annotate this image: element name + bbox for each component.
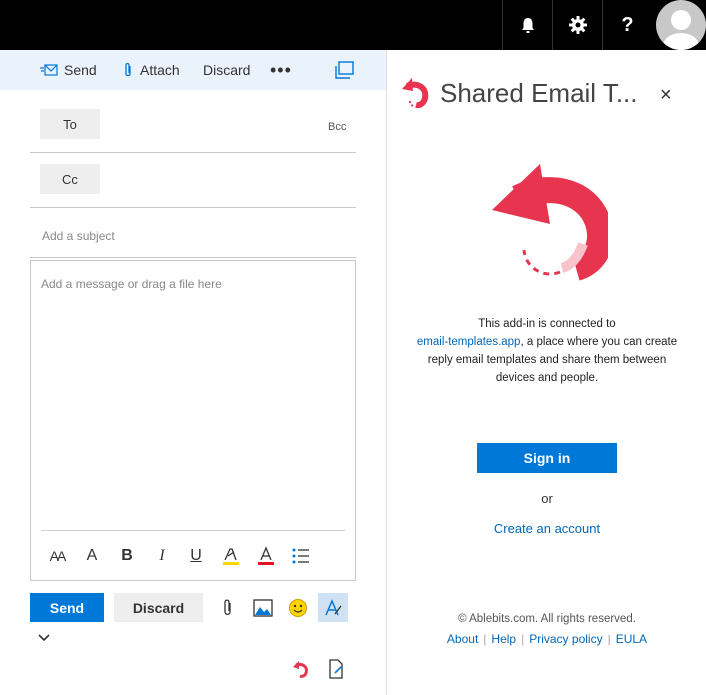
paperclip-icon xyxy=(224,599,231,615)
addin-hero-logo xyxy=(488,158,613,293)
emoji-button[interactable] xyxy=(286,596,310,620)
command-bar: Send Attach Discard ••• xyxy=(0,50,386,90)
divider xyxy=(30,152,356,153)
copyright-text: © Ablebits.com. All rights reserved. xyxy=(458,613,636,625)
settings-button[interactable] xyxy=(552,0,602,50)
highlight-icon xyxy=(223,548,239,565)
format-divider xyxy=(41,530,345,531)
toolbar-attach-label: Attach xyxy=(140,62,180,78)
more-icon: ••• xyxy=(270,59,292,80)
compose-pane: Send Attach Discard ••• To Bcc Cc Add a … xyxy=(0,50,387,695)
paperclip-icon xyxy=(125,62,131,77)
reply-arrow-icon xyxy=(293,661,308,678)
font-button[interactable]: A xyxy=(81,545,103,567)
separator: | xyxy=(483,632,487,646)
insert-picture-button[interactable] xyxy=(251,596,275,620)
italic-icon: I xyxy=(159,547,165,564)
toolbar-send-label: Send xyxy=(64,62,97,78)
font-icon: A xyxy=(86,547,98,564)
message-placeholder: Add a message or drag a file here xyxy=(41,277,222,291)
close-button[interactable]: × xyxy=(660,84,672,107)
send-icon xyxy=(40,64,58,76)
divider xyxy=(30,207,356,208)
close-icon: × xyxy=(660,84,672,106)
font-size-button[interactable]: AA xyxy=(46,545,68,567)
separator: | xyxy=(607,632,611,646)
help-button[interactable]: ? xyxy=(602,0,652,50)
format-text-icon xyxy=(325,598,342,615)
cc-button[interactable]: Cc xyxy=(40,164,100,194)
shared-templates-logo-icon xyxy=(402,78,429,109)
send-button[interactable]: Send xyxy=(30,593,104,622)
toolbar-discard-label: Discard xyxy=(203,62,251,78)
more-options-button[interactable]: ••• xyxy=(270,50,292,90)
subject-input[interactable]: Add a subject xyxy=(42,229,115,243)
format-options-button[interactable] xyxy=(318,593,348,622)
bullets-button[interactable] xyxy=(290,545,312,567)
create-account-link[interactable]: Create an account xyxy=(388,521,706,536)
highlight-button[interactable] xyxy=(220,545,242,567)
bcc-link[interactable]: Bcc xyxy=(328,121,346,133)
font-color-button[interactable] xyxy=(255,545,277,567)
message-body[interactable]: Add a message or drag a file here AA A B… xyxy=(30,260,356,581)
question-icon: ? xyxy=(621,13,634,36)
shared-templates-addin-button[interactable] xyxy=(291,659,311,684)
help-link[interactable]: Help xyxy=(491,632,516,646)
panel-title: Shared Email T... xyxy=(440,78,638,108)
to-button[interactable]: To xyxy=(40,109,100,139)
font-color-icon xyxy=(258,546,274,565)
email-templates-link[interactable]: email-templates.app xyxy=(417,336,521,348)
description-text-1: This add-in is connected to xyxy=(478,318,616,330)
bold-button[interactable]: B xyxy=(116,545,138,567)
addin-logo xyxy=(400,76,430,113)
connection-description: This add-in is connected to email-templa… xyxy=(408,315,686,387)
popout-icon xyxy=(335,61,354,79)
underline-button[interactable]: U xyxy=(185,545,207,567)
or-label: or xyxy=(541,491,553,506)
toolbar-send-button[interactable]: Send xyxy=(40,50,97,90)
chevron-down-icon xyxy=(38,634,50,642)
toolbar-discard-button[interactable]: Discard xyxy=(203,50,250,90)
document-icon xyxy=(329,659,343,679)
avatar[interactable] xyxy=(656,0,706,50)
discard-button[interactable]: Discard xyxy=(114,593,203,622)
sign-in-button[interactable]: Sign in xyxy=(477,443,617,473)
addin-panel: Shared Email T... × This add-in is conne… xyxy=(388,50,706,695)
italic-button[interactable]: I xyxy=(151,545,173,567)
eula-link[interactable]: EULA xyxy=(616,632,647,646)
about-link[interactable]: About xyxy=(447,632,478,646)
popout-button[interactable] xyxy=(334,50,360,90)
separator: | xyxy=(521,632,525,646)
bell-icon xyxy=(521,18,534,33)
document-addin-button[interactable] xyxy=(327,659,345,684)
picture-icon xyxy=(253,599,273,617)
footer-links: About | Help | Privacy policy | EULA xyxy=(388,632,706,646)
person-icon xyxy=(663,10,699,50)
bold-icon: B xyxy=(121,547,133,564)
divider xyxy=(30,257,356,258)
emoji-icon xyxy=(289,599,307,617)
notifications-button[interactable] xyxy=(502,0,552,50)
underline-icon: U xyxy=(190,547,202,564)
bullet-list-icon xyxy=(292,548,309,564)
gear-icon xyxy=(568,16,587,34)
expand-button[interactable] xyxy=(37,630,51,648)
attach-button[interactable] xyxy=(216,596,240,620)
privacy-policy-link[interactable]: Privacy policy xyxy=(529,632,602,646)
toolbar-attach-button[interactable]: Attach xyxy=(122,50,180,90)
top-bar: ? xyxy=(0,0,706,50)
font-size-icon: AA xyxy=(49,548,67,564)
reply-arrow-logo-icon xyxy=(492,164,613,281)
